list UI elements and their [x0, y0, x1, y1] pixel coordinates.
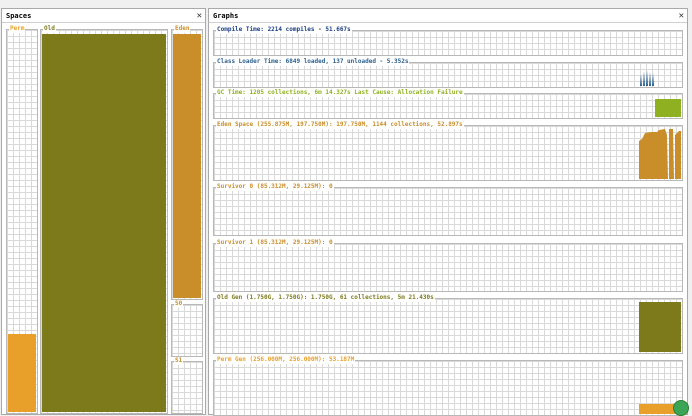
graphs-pane: Graphs ✕ Compile Time: 2214 compiles - 5…	[208, 8, 689, 416]
perm-space: Perm	[6, 25, 38, 414]
class-loader-spikes	[640, 70, 654, 86]
perm-space-fill	[8, 334, 36, 412]
spaces-pane: Spaces ✕ Perm Old Eden S0 S1	[1, 8, 206, 415]
s1-space: S1	[171, 357, 203, 414]
survivor0-label: Survivor 0 (85.312M, 29.125M): 0	[216, 183, 334, 191]
compile-time-graph: Compile Time: 2214 compiles - 51.667s	[213, 26, 683, 56]
s0-space: S0	[171, 300, 203, 357]
status-indicator-icon	[673, 400, 689, 416]
gc-time-graph: GC Time: 1205 collections, 6m 14.327s La…	[213, 89, 683, 119]
class-loader-graph: Class Loader Time: 6849 loaded, 137 unlo…	[213, 58, 683, 88]
eden-space-graph-label: Eden Space (255.875M, 197.750M): 197.750…	[216, 121, 464, 129]
eden-space: Eden	[171, 25, 203, 300]
spaces-title: Spaces ✕	[2, 9, 205, 23]
eden-space-fill	[173, 34, 201, 298]
eden-space-area	[639, 129, 681, 179]
gc-time-fill	[655, 99, 681, 117]
gc-time-label: GC Time: 1205 collections, 6m 14.327s La…	[216, 89, 464, 97]
old-gen-graph: Old Gen (1.750G, 1.750G): 1.750G, 61 col…	[213, 294, 683, 354]
survivor1-label: Survivor 1 (85.312M, 29.125M): 0	[216, 239, 334, 247]
compile-time-label: Compile Time: 2214 compiles - 51.667s	[216, 26, 352, 34]
eden-space-graph: Eden Space (255.875M, 197.750M): 197.750…	[213, 121, 683, 181]
survivor1-graph: Survivor 1 (85.312M, 29.125M): 0	[213, 239, 683, 292]
survivor0-graph: Survivor 0 (85.312M, 29.125M): 0	[213, 183, 683, 236]
graphs-title-text: Graphs	[213, 12, 239, 20]
old-gen-label: Old Gen (1.750G, 1.750G): 1.750G, 61 col…	[216, 294, 435, 302]
s1-space-label: S1	[174, 357, 184, 365]
class-loader-label: Class Loader Time: 6849 loaded, 137 unlo…	[216, 58, 410, 66]
graphs-title: Graphs ✕	[209, 9, 687, 23]
eden-space-label: Eden	[174, 25, 191, 33]
old-space: Old	[40, 25, 168, 414]
old-space-fill	[42, 34, 166, 412]
graphs-close-icon[interactable]: ✕	[679, 9, 684, 23]
spaces-title-text: Spaces	[6, 12, 32, 20]
perm-space-label: Perm	[9, 25, 26, 33]
s0-space-label: S0	[174, 300, 184, 308]
spaces-close-icon[interactable]: ✕	[197, 9, 202, 23]
old-space-label: Old	[43, 25, 56, 33]
perm-gen-graph: Perm Gen (256.000M, 256.000M): 53.187M	[213, 356, 683, 416]
perm-gen-label: Perm Gen (256.000M, 256.000M): 53.187M	[216, 356, 356, 364]
old-gen-fill	[639, 302, 681, 352]
